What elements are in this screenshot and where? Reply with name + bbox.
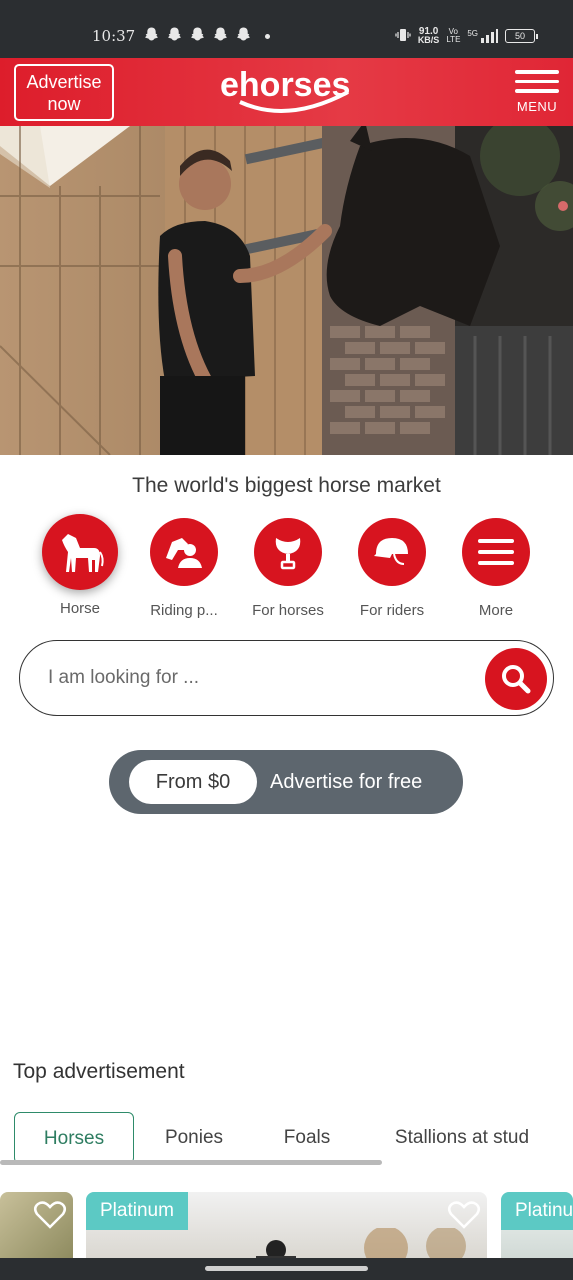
horse-icon [42, 514, 118, 590]
category-label: For horses [252, 602, 324, 619]
advertise-now-button[interactable]: Advertise now [14, 64, 114, 121]
advertise-free-label: Advertise for free [270, 771, 423, 793]
tab-stallions-at-stud[interactable]: Stallions at stud [384, 1112, 540, 1164]
ad-tabs: Horses Ponies Foals Stallions at stud [0, 1112, 573, 1168]
signal-icon: 5G [467, 29, 498, 43]
battery-icon: 50 [505, 29, 538, 43]
notification-icons [143, 26, 252, 43]
hamburger-icon [515, 70, 559, 93]
platinum-badge: Platinum [501, 1192, 573, 1230]
category-row: Horse Riding p... For horses For riders … [28, 514, 548, 626]
menu-label: MENU [516, 98, 558, 114]
hamburger-icon [462, 518, 530, 586]
status-time: 10:37 [92, 27, 136, 45]
hero-image [0, 126, 573, 455]
category-label: Riding p... [150, 602, 218, 619]
search-button[interactable] [485, 648, 547, 710]
heart-icon[interactable] [33, 1200, 67, 1230]
riding-partner-icon [150, 518, 218, 586]
tab-foals[interactable]: Foals [270, 1112, 344, 1164]
snapchat-icon [189, 26, 206, 43]
snapchat-icon [235, 26, 252, 43]
category-label: Horse [59, 600, 100, 617]
category-label: More [478, 602, 514, 619]
ehorses-logo[interactable]: ehorses [218, 62, 358, 122]
ad-card[interactable] [0, 1192, 73, 1258]
system-nav-bar [0, 1258, 573, 1280]
category-label: For riders [359, 602, 425, 619]
ad-card[interactable]: Platinum [86, 1192, 487, 1258]
search-bar [19, 640, 554, 716]
saddle-icon [254, 518, 322, 586]
category-for-riders[interactable]: For riders [340, 516, 444, 626]
category-horse[interactable]: Horse [28, 514, 132, 626]
volte-label: Vo LTE [446, 27, 461, 44]
search-input[interactable] [48, 659, 468, 697]
tab-ponies[interactable]: Ponies [150, 1112, 238, 1164]
ad-carousel: Platinum Platinum [0, 1192, 573, 1258]
helmet-icon [358, 518, 426, 586]
category-more[interactable]: More [444, 516, 548, 626]
vibrate-icon [395, 27, 411, 45]
more-notifications-dot [265, 34, 270, 39]
home-gesture-handle[interactable] [205, 1266, 368, 1271]
advertise-free-button[interactable]: From $0 Advertise for free [109, 750, 463, 814]
status-right: 91.0 KB/S Vo LTE 5G 50 [395, 26, 538, 45]
section-title: Top advertisement [13, 1060, 185, 1083]
category-riding-partner[interactable]: Riding p... [132, 516, 236, 626]
heart-icon[interactable] [447, 1200, 481, 1230]
category-for-horses[interactable]: For horses [236, 516, 340, 626]
ad-card[interactable]: Platinum [501, 1192, 573, 1258]
search-icon [502, 665, 531, 694]
platinum-badge: Platinum [86, 1192, 188, 1230]
menu-button[interactable]: MENU [515, 70, 559, 118]
snapchat-icon [166, 26, 183, 43]
tab-scrollbar[interactable] [0, 1160, 382, 1165]
app-header: Advertise now ehorses MENU [0, 58, 573, 126]
tab-horses[interactable]: Horses [14, 1112, 134, 1164]
status-bar: 10:37 91.0 KB/S Vo LTE 5G 50 [0, 0, 573, 58]
snapchat-icon [212, 26, 229, 43]
price-badge: From $0 [129, 760, 257, 804]
tagline: The world's biggest horse market [132, 474, 441, 497]
snapchat-icon [143, 26, 160, 43]
net-speed: 91.0 KB/S [417, 26, 440, 45]
